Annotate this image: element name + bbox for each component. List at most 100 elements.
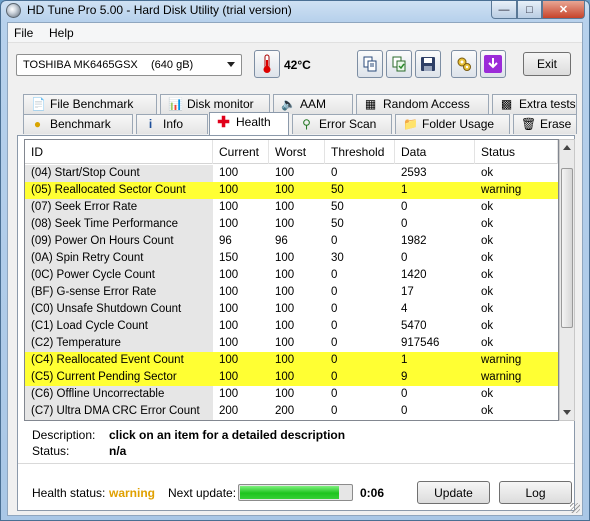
- table-row[interactable]: (C1) Load Cycle Count 100 100 0 5470 ok: [25, 318, 558, 335]
- health-status-label: Health status:: [32, 486, 106, 500]
- cell-id: (C7) Ultra DMA CRC Error Count: [25, 403, 213, 420]
- tab-label: Health: [236, 115, 271, 129]
- tab-health[interactable]: ✚ Health: [209, 112, 289, 135]
- tab-extra-tests[interactable]: ▩ Extra tests: [492, 94, 577, 114]
- close-button[interactable]: ✕: [542, 1, 585, 19]
- table-header: ID Current Worst Threshold Data Status: [25, 140, 558, 164]
- cell-data: 1982: [401, 235, 427, 247]
- save-button[interactable]: [415, 50, 441, 78]
- tab-aam[interactable]: 🔈 AAM: [273, 94, 353, 114]
- cell-worst: 100: [275, 320, 295, 332]
- health-panel: ID Current Worst Threshold Data Status (…: [17, 135, 575, 511]
- cell-worst: 100: [275, 337, 295, 349]
- table-scrollbar[interactable]: [559, 139, 575, 421]
- update-button[interactable]: Update: [417, 481, 490, 504]
- menu-file[interactable]: File: [14, 26, 33, 40]
- tab-benchmark[interactable]: ● Benchmark: [23, 114, 133, 134]
- scroll-down-icon[interactable]: [563, 410, 571, 415]
- cell-worst: 96: [275, 235, 288, 247]
- cell-current: 200: [219, 405, 239, 417]
- table-row[interactable]: (0A) Spin Retry Count 150 100 30 0 ok: [25, 250, 558, 267]
- tab-label: File Benchmark: [50, 97, 134, 111]
- tab-error-scan[interactable]: ⚲ Error Scan: [292, 114, 392, 134]
- cell-data: 0: [401, 252, 408, 264]
- toolbar: TOSHIBA MK6465GSX (640 gB) 42°C Exit: [8, 44, 582, 94]
- tab-label: Folder Usage: [422, 117, 495, 131]
- download-button[interactable]: [480, 50, 506, 78]
- cell-current: 100: [219, 167, 239, 179]
- cell-status: ok: [481, 269, 494, 281]
- tab-label: Disk monitor: [187, 97, 254, 111]
- progress-fill: [240, 486, 339, 499]
- tab-info[interactable]: i Info: [136, 114, 208, 134]
- thermometer-icon: [263, 54, 271, 73]
- cell-current: 100: [219, 269, 239, 281]
- options-button[interactable]: [451, 50, 477, 78]
- cell-worst: 100: [275, 252, 295, 264]
- cell-threshold: 0: [331, 303, 338, 315]
- app-disk-icon: [6, 3, 21, 18]
- column-header-data[interactable]: Data: [395, 140, 475, 164]
- table-row[interactable]: (07) Seek Error Rate 100 100 50 0 ok: [25, 199, 558, 216]
- window-controls: — □ ✕: [491, 1, 585, 19]
- column-header-status[interactable]: Status: [475, 140, 558, 164]
- log-button[interactable]: Log: [499, 481, 572, 504]
- tab-erase[interactable]: 🗑 Erase: [513, 114, 577, 134]
- cell-worst: 100: [269, 369, 325, 386]
- chevron-down-icon: [227, 62, 235, 67]
- cell-id: (C2) Temperature: [25, 335, 213, 352]
- cell-threshold: 0: [331, 337, 338, 349]
- next-update-value: 0:06: [360, 486, 385, 500]
- exit-button[interactable]: Exit: [523, 52, 571, 76]
- file-benchmark-icon: 📄: [31, 97, 46, 111]
- health-status-value: warning: [109, 486, 156, 500]
- temperature-button[interactable]: [254, 50, 280, 78]
- cell-id: (08) Seek Time Performance: [25, 216, 213, 233]
- table-row[interactable]: (C5) Current Pending Sector 100 100 0 9 warni…: [25, 369, 558, 386]
- table-row[interactable]: (08) Seek Time Performance 100 100 50 0 ok: [25, 216, 558, 233]
- tab-label: Error Scan: [319, 117, 377, 131]
- drive-select[interactable]: TOSHIBA MK6465GSX (640 gB): [16, 54, 242, 76]
- tab-label: AAM: [300, 97, 327, 111]
- tab-folder-usage[interactable]: 📁 Folder Usage: [395, 114, 510, 134]
- menu-help[interactable]: Help: [49, 26, 74, 40]
- copy-all-button[interactable]: [386, 50, 412, 78]
- scroll-up-icon[interactable]: [563, 145, 571, 150]
- table-row[interactable]: (C0) Unsafe Shutdown Count 100 100 0 4 ok: [25, 301, 558, 318]
- cell-data: 917546: [401, 337, 440, 349]
- minimize-button[interactable]: —: [491, 1, 517, 19]
- table-row[interactable]: (C2) Temperature 100 100 0 917546 ok: [25, 335, 558, 352]
- description-label: Description:: [32, 428, 96, 442]
- tab-disk-monitor[interactable]: 📊 Disk monitor: [160, 94, 270, 114]
- cell-data: 2593: [401, 167, 427, 179]
- tab-label: Random Access: [383, 97, 470, 111]
- column-header-id[interactable]: ID: [25, 140, 213, 164]
- table-row[interactable]: (0C) Power Cycle Count 100 100 0 1420 ok: [25, 267, 558, 284]
- drive-capacity: (640 gB): [151, 59, 194, 71]
- cell-status: ok: [481, 388, 494, 400]
- table-row[interactable]: (C6) Offline Uncorrectable 100 100 0 0 ok: [25, 386, 558, 403]
- cell-worst: 100: [275, 269, 295, 281]
- table-row[interactable]: (09) Power On Hours Count 96 96 0 1982 ok: [25, 233, 558, 250]
- title-bar[interactable]: HD Tune Pro 5.00 - Hard Disk Utility (tr…: [1, 1, 589, 21]
- copy-info-button[interactable]: [357, 50, 383, 78]
- maximize-button[interactable]: □: [517, 1, 542, 19]
- column-header-threshold[interactable]: Threshold: [325, 140, 395, 164]
- random-access-icon: ▦: [364, 97, 377, 111]
- tab-file-benchmark[interactable]: 📄 File Benchmark: [23, 94, 157, 114]
- table-row[interactable]: (C4) Reallocated Event Count 100 100 0 1 warn…: [25, 352, 558, 369]
- download-arrow-icon: [484, 55, 502, 73]
- resize-grip[interactable]: [570, 503, 580, 513]
- table-row[interactable]: (C7) Ultra DMA CRC Error Count 200 200 0 0 ok: [25, 403, 558, 420]
- tab-random-access[interactable]: ▦ Random Access: [356, 94, 489, 114]
- table-row[interactable]: (05) Reallocated Sector Count 100 100 50 1 wa…: [25, 182, 558, 199]
- table-row[interactable]: (BF) G-sense Error Rate 100 100 0 17 ok: [25, 284, 558, 301]
- column-header-current[interactable]: Current: [213, 140, 269, 164]
- cell-worst: 100: [269, 352, 325, 369]
- temperature-value: 42°C: [284, 58, 311, 72]
- scroll-thumb[interactable]: [561, 168, 573, 328]
- table-row[interactable]: (04) Start/Stop Count 100 100 0 2593 ok: [25, 165, 558, 182]
- cell-status: warning: [475, 352, 558, 369]
- cell-current: 100: [219, 303, 239, 315]
- column-header-worst[interactable]: Worst: [269, 140, 325, 164]
